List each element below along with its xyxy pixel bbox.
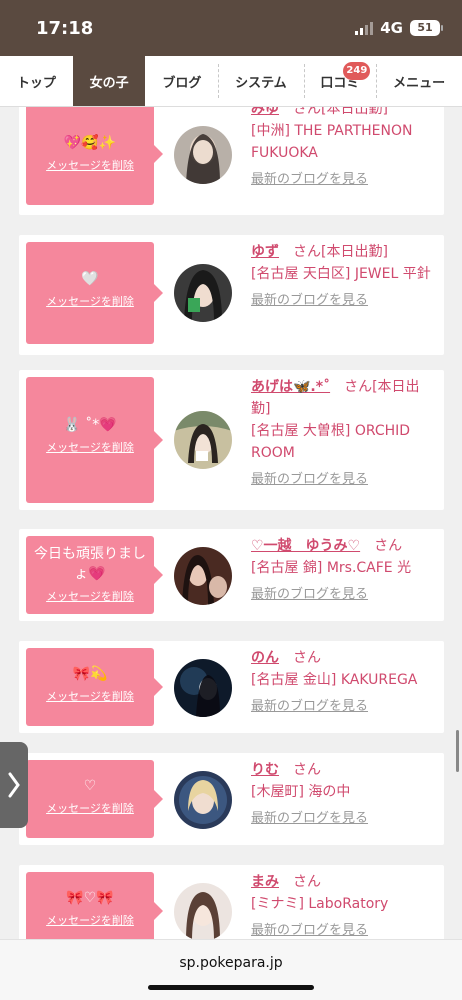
message-text: 🎀💫	[72, 666, 108, 682]
girl-info: りむ さん [木屋町] 海の中 最新のブログを見る	[251, 759, 436, 829]
message-card: 今日も頑張りましょ💗 メッセージを削除 ♡一越 ゆうみ♡ さん [名古屋 錦] …	[19, 529, 444, 621]
address-bar[interactable]: sp.pokepara.jp	[0, 939, 462, 1000]
message-card: 💖🥰✨ メッセージを削除 みゆ さん[本日出勤] [中洲] THE PARTHE…	[19, 107, 444, 215]
status-bar: 17:18 4G 51	[0, 0, 462, 56]
message-bubble: 🎀♡🎀 メッセージを削除	[26, 872, 163, 939]
delete-message-link[interactable]: メッセージを削除	[26, 293, 154, 309]
girl-info: まみ さん [ミナミ] LaboRatory 最新のブログを見る	[251, 871, 436, 939]
latest-blog-link[interactable]: 最新のブログを見る	[251, 809, 436, 829]
avatar[interactable]	[174, 264, 232, 322]
attendance-status: [本日出勤]	[321, 107, 388, 117]
avatar[interactable]	[174, 883, 232, 939]
girl-name-link[interactable]: あげは🦋.*˚	[251, 379, 330, 395]
honorific: さん	[374, 538, 403, 554]
url-text: sp.pokepara.jp	[179, 955, 283, 971]
battery-icon: 51	[410, 20, 443, 36]
delete-message-link[interactable]: メッセージを削除	[26, 439, 154, 455]
shop-name: [名古屋 天白区] JEWEL 平針	[251, 266, 431, 282]
message-text: 🐰 ˚*💗	[63, 417, 117, 433]
message-text: ♡	[83, 778, 97, 794]
latest-blog-link[interactable]: 最新のブログを見る	[251, 470, 436, 490]
message-card: 🐰 ˚*💗 メッセージを削除 あげは🦋.*˚ さん[本日出勤] [名古屋 大曽根…	[19, 370, 444, 510]
honorific: さん	[293, 762, 321, 778]
nav-blog-label: ブログ	[162, 75, 202, 91]
attendance-status: [本日出勤]	[321, 244, 388, 260]
message-bubble: 🎀💫 メッセージを削除	[26, 648, 163, 726]
message-bubble: 🤍 メッセージを削除	[26, 242, 163, 344]
message-bubble: 💖🥰✨ メッセージを削除	[26, 107, 163, 205]
nav-top[interactable]: トップ	[0, 56, 73, 106]
girl-name-link[interactable]: ゆず	[251, 244, 279, 260]
nav-system-label: システム	[235, 75, 287, 91]
nav-menu-label: メニュー	[393, 75, 446, 91]
avatar[interactable]	[174, 126, 232, 184]
message-bubble: 今日も頑張りましょ💗 メッセージを削除	[26, 536, 163, 614]
avatar[interactable]	[174, 547, 232, 605]
girl-name-link[interactable]: みゆ	[251, 107, 279, 117]
honorific: さん	[293, 107, 321, 117]
girl-info: みゆ さん[本日出勤] [中洲] THE PARTHENON FUKUOKA 最…	[251, 107, 436, 190]
honorific: さん	[293, 874, 321, 890]
delete-message-link[interactable]: メッセージを削除	[26, 588, 154, 604]
latest-blog-link[interactable]: 最新のブログを見る	[251, 697, 436, 717]
scrollbar[interactable]	[456, 730, 459, 772]
nav-system[interactable]: システム	[218, 56, 303, 106]
message-bubble: 🐰 ˚*💗 メッセージを削除	[26, 377, 163, 503]
avatar[interactable]	[174, 411, 232, 469]
shop-name: [ミナミ] LaboRatory	[251, 896, 389, 912]
girl-name-link[interactable]: りむ	[251, 762, 279, 778]
latest-blog-link[interactable]: 最新のブログを見る	[251, 921, 436, 939]
delete-message-link[interactable]: メッセージを削除	[26, 688, 154, 704]
shop-name: [名古屋 錦] Mrs.CAFE 光	[251, 560, 412, 576]
girl-info: あげは🦋.*˚ さん[本日出勤] [名古屋 大曽根] ORCHID ROOM 最…	[251, 376, 436, 490]
nav-reviews[interactable]: 口コミ 249	[303, 56, 377, 106]
latest-blog-link[interactable]: 最新のブログを見る	[251, 585, 436, 605]
message-text: 今日も頑張りましょ💗	[34, 546, 146, 582]
signal-icon	[355, 21, 374, 35]
girl-name-link[interactable]: ♡一越 ゆうみ♡	[251, 538, 360, 554]
message-card: 🎀💫 メッセージを削除 のん さん [名古屋 金山] KAKUREGA 最新のブ…	[19, 641, 444, 733]
message-text: 🤍	[81, 271, 99, 287]
girl-info: のん さん [名古屋 金山] KAKUREGA 最新のブログを見る	[251, 647, 436, 717]
message-list: 💖🥰✨ メッセージを削除 みゆ さん[本日出勤] [中洲] THE PARTHE…	[0, 107, 462, 939]
delete-message-link[interactable]: メッセージを削除	[26, 157, 154, 173]
main-nav: トップ 女の子 ブログ システム 口コミ 249 メニュー	[0, 56, 462, 107]
status-time: 17:18	[36, 18, 94, 39]
girl-info: ゆず さん[本日出勤] [名古屋 天白区] JEWEL 平針 最新のブログを見る	[251, 241, 436, 311]
reviews-count-badge: 249	[343, 62, 371, 80]
shop-name: [名古屋 大曽根] ORCHID ROOM	[251, 423, 411, 461]
status-indicators: 4G 51	[355, 19, 443, 37]
message-card: 🤍 メッセージを削除 ゆず さん[本日出勤] [名古屋 天白区] JEWEL 平…	[19, 235, 444, 355]
shop-name: [木屋町] 海の中	[251, 784, 351, 800]
honorific: さん	[293, 650, 321, 666]
network-label: 4G	[380, 19, 403, 37]
nav-top-label: トップ	[16, 75, 56, 91]
message-card: 🎀♡🎀 メッセージを削除 まみ さん [ミナミ] LaboRatory 最新のブ…	[19, 865, 444, 939]
nav-blog[interactable]: ブログ	[145, 56, 218, 106]
shop-name: [中洲] THE PARTHENON FUKUOKA	[251, 123, 413, 161]
avatar[interactable]	[174, 771, 232, 829]
delete-message-link[interactable]: メッセージを削除	[26, 912, 154, 928]
latest-blog-link[interactable]: 最新のブログを見る	[251, 170, 436, 190]
nav-menu[interactable]: メニュー	[376, 56, 462, 106]
chevron-right-icon	[8, 772, 20, 798]
shop-name: [名古屋 金山] KAKUREGA	[251, 672, 418, 688]
nav-girls-label: 女の子	[89, 75, 129, 91]
avatar[interactable]	[174, 659, 232, 717]
honorific: さん	[293, 244, 321, 260]
home-indicator[interactable]	[148, 985, 314, 990]
delete-message-link[interactable]: メッセージを削除	[26, 800, 154, 816]
side-drawer-handle[interactable]	[0, 742, 28, 828]
message-text: 💖🥰✨	[63, 135, 117, 151]
girl-name-link[interactable]: まみ	[251, 874, 279, 890]
girl-info: ♡一越 ゆうみ♡ さん [名古屋 錦] Mrs.CAFE 光 最新のブログを見る	[251, 535, 436, 605]
latest-blog-link[interactable]: 最新のブログを見る	[251, 291, 436, 311]
message-bubble: ♡ メッセージを削除	[26, 760, 163, 838]
message-card: ♡ メッセージを削除 りむ さん [木屋町] 海の中 最新のブログを見る	[19, 753, 444, 845]
message-text: 🎀♡🎀	[66, 890, 114, 906]
nav-girls[interactable]: 女の子	[72, 56, 146, 106]
honorific: さん	[344, 379, 373, 395]
girl-name-link[interactable]: のん	[251, 650, 279, 666]
